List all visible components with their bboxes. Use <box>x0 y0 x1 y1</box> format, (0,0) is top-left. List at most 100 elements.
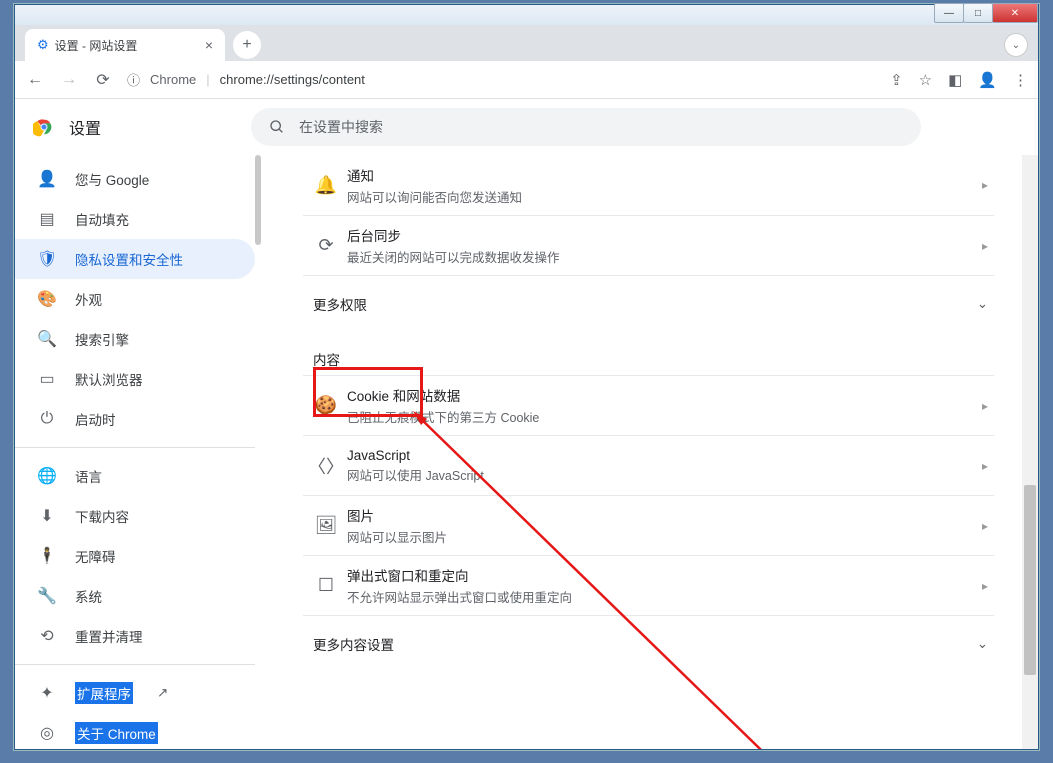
row-title: Cookie 和网站数据 <box>347 385 982 405</box>
sidebar-item-accessibility[interactable]: 🕴无障碍 <box>15 536 255 576</box>
site-info-icon[interactable]: ⓘ <box>127 70 140 89</box>
chevron-right-icon: ▸ <box>982 178 988 192</box>
row-title: 通知 <box>347 165 982 185</box>
setting-row-popups[interactable]: ☐ 弹出式窗口和重定向不允许网站显示弹出式窗口或使用重定向 ▸ <box>303 555 994 615</box>
bell-icon: 🔔 <box>305 175 347 196</box>
scrollbar-thumb[interactable] <box>1024 485 1036 675</box>
kebab-menu-icon[interactable]: ⋮ <box>1013 71 1028 89</box>
sidebar-item-label: 外观 <box>75 289 102 309</box>
setting-row-javascript[interactable]: 〈〉 JavaScript网站可以使用 JavaScript ▸ <box>303 435 994 495</box>
sidebar-item-label: 自动填充 <box>75 209 129 229</box>
sidebar-scrollbar[interactable] <box>255 155 261 245</box>
shield-icon: 🛡 <box>37 249 57 269</box>
setting-row-background-sync[interactable]: ⟳ 后台同步最近关闭的网站可以完成数据收发操作 ▸ <box>303 215 994 275</box>
more-content-expander[interactable]: 更多内容设置 ⌄ <box>303 615 994 671</box>
side-panel-icon[interactable]: ◧ <box>948 71 962 89</box>
url-divider: | <box>206 72 209 87</box>
palette-icon: 🎨 <box>37 289 57 309</box>
code-icon: 〈〉 <box>305 453 347 479</box>
sidebar-item-label: 隐私设置和安全性 <box>75 249 183 269</box>
sidebar-item-privacy[interactable]: 🛡 隐私设置和安全性 <box>15 239 255 279</box>
os-window: — □ ✕ ⚙ 设置 - 网站设置 × + ⌄ ← → ⟳ ⓘ Chrome | <box>14 4 1039 750</box>
page-scrollbar[interactable] <box>1022 155 1038 749</box>
chevron-right-icon: ▸ <box>982 519 988 533</box>
clipboard-icon: ▤ <box>37 209 57 229</box>
sidebar-item-label: 搜索引擎 <box>75 329 129 349</box>
sidebar-item-label: 启动时 <box>75 409 116 429</box>
puzzle-icon: ✦ <box>37 683 57 703</box>
row-subtitle: 不允许网站显示弹出式窗口或使用重定向 <box>347 587 982 606</box>
os-maximize-button[interactable]: □ <box>963 3 993 23</box>
sidebar-item-reset[interactable]: ⟲ 重置并清理 <box>15 616 255 656</box>
tab-title: 设置 - 网站设置 <box>55 37 138 54</box>
sidebar-item-label: 扩展程序 <box>75 682 133 704</box>
row-subtitle: 网站可以使用 JavaScript <box>347 465 982 484</box>
tabs-dropdown-button[interactable]: ⌄ <box>1004 33 1028 57</box>
more-permissions-expander[interactable]: 更多权限 ⌄ <box>303 275 994 331</box>
sidebar-item-extensions[interactable]: ✦ 扩展程序 ↗ <box>15 673 255 713</box>
external-link-icon: ↗ <box>157 685 168 701</box>
sidebar: 👤您与 Google ▤ 自动填充 🛡 隐私设置和安全性 🎨 外观 🔍 搜索引擎 ▭默认… <box>15 155 255 749</box>
wrench-icon: 🔧 <box>37 586 57 606</box>
gear-icon: ⚙ <box>37 37 49 53</box>
back-button[interactable]: ← <box>25 71 45 89</box>
profile-icon[interactable]: 👤 <box>978 71 997 89</box>
sidebar-item-label: 默认浏览器 <box>75 369 143 389</box>
image-icon: 🖼 <box>305 515 347 536</box>
sidebar-item-about[interactable]: ◎ 关于 Chrome <box>15 713 255 749</box>
sidebar-item-label: 关于 Chrome <box>75 722 158 744</box>
chrome-icon: ◎ <box>37 723 57 743</box>
chevron-right-icon: ▸ <box>982 239 988 253</box>
chevron-down-icon: ⌄ <box>977 296 988 312</box>
person-icon: 👤 <box>37 169 57 189</box>
sidebar-item-language[interactable]: 🌐语言 <box>15 456 255 496</box>
os-minimize-button[interactable]: — <box>934 3 964 23</box>
setting-row-notifications[interactable]: 🔔 通知网站可以询问能否向您发送通知 ▸ <box>303 155 994 215</box>
chrome-logo-icon <box>33 116 55 138</box>
sidebar-item-search[interactable]: 🔍 搜索引擎 <box>15 319 255 359</box>
os-titlebar: — □ ✕ <box>15 5 1038 25</box>
sidebar-item-startup[interactable]: ⏻ 启动时 <box>15 399 255 439</box>
chevron-right-icon: ▸ <box>982 399 988 413</box>
sidebar-item-label: 下载内容 <box>75 506 129 526</box>
sidebar-item-label: 无障碍 <box>75 546 116 566</box>
settings-header: 设置 在设置中搜索 <box>15 99 1038 155</box>
bookmark-icon[interactable]: ☆ <box>919 71 932 89</box>
url-text: chrome://settings/content <box>220 72 365 87</box>
address-bar[interactable]: ⓘ Chrome | chrome://settings/content <box>127 70 876 89</box>
setting-row-images[interactable]: 🖼 图片网站可以显示图片 ▸ <box>303 495 994 555</box>
tab-strip: ⚙ 设置 - 网站设置 × + ⌄ <box>15 25 1038 61</box>
sync-icon: ⟳ <box>305 235 347 256</box>
sidebar-item-downloads[interactable]: ⬇下载内容 <box>15 496 255 536</box>
row-title: 弹出式窗口和重定向 <box>347 565 982 585</box>
section-label: 更多内容设置 <box>313 634 394 654</box>
sidebar-item-label: 系统 <box>75 586 102 606</box>
page-title: 设置 <box>69 115 101 139</box>
reload-button[interactable]: ⟳ <box>93 70 113 90</box>
browser-chrome: ⚙ 设置 - 网站设置 × + ⌄ ← → ⟳ ⓘ Chrome | chrom… <box>15 25 1038 749</box>
settings-main: 🔔 通知网站可以询问能否向您发送通知 ▸ ⟳ 后台同步最近关闭的网站可以完成数据… <box>275 155 1022 749</box>
chevron-right-icon: ▸ <box>982 459 988 473</box>
row-subtitle: 网站可以显示图片 <box>347 527 982 546</box>
search-icon <box>269 119 285 135</box>
sidebar-item-you-and-google[interactable]: 👤您与 Google <box>15 159 255 199</box>
restore-icon: ⟲ <box>37 626 57 646</box>
annotation-highlight-box <box>313 367 423 417</box>
sidebar-item-appearance[interactable]: 🎨 外观 <box>15 279 255 319</box>
share-icon[interactable]: ⇪ <box>890 71 903 89</box>
os-close-button[interactable]: ✕ <box>992 3 1038 23</box>
sidebar-item-label: 重置并清理 <box>75 626 143 646</box>
section-label: 更多权限 <box>313 294 367 314</box>
sidebar-item-system[interactable]: 🔧 系统 <box>15 576 255 616</box>
settings-search[interactable]: 在设置中搜索 <box>251 108 921 146</box>
sidebar-item-autofill[interactable]: ▤ 自动填充 <box>15 199 255 239</box>
forward-button: → <box>59 71 79 89</box>
sidebar-item-default-browser[interactable]: ▭默认浏览器 <box>15 359 255 399</box>
browser-toolbar: ← → ⟳ ⓘ Chrome | chrome://settings/conte… <box>15 61 1038 99</box>
search-icon: 🔍 <box>37 329 57 349</box>
tab-close-icon[interactable]: × <box>205 37 213 53</box>
power-icon: ⏻ <box>37 410 57 428</box>
new-tab-button[interactable]: + <box>233 31 261 59</box>
browser-tab[interactable]: ⚙ 设置 - 网站设置 × <box>25 29 225 61</box>
row-subtitle: 已阻止无痕模式下的第三方 Cookie <box>347 407 982 426</box>
